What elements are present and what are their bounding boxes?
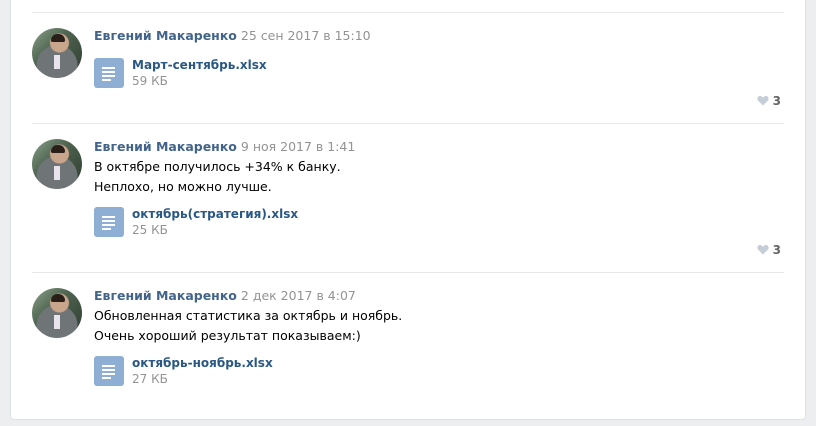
author-name[interactable]: Евгений Макаренко [94, 288, 237, 303]
comment-line: Обновленная статистика за октябрь и нояб… [94, 308, 403, 323]
comment-text: Обновленная статистика за октябрь и нояб… [94, 306, 402, 346]
comment-date[interactable]: 2 дек 2017 в 4:07 [241, 288, 356, 303]
file-name-link[interactable]: октябрь-ноябрь.xlsx [132, 356, 273, 370]
avatar[interactable] [32, 288, 82, 338]
comments-card: Евгений Макаренко 25 сен 2017 в 15:10 Мар… [10, 0, 806, 420]
comment-author[interactable]: Евгений Макаренко 2 дек 2017 в 4:07 [94, 288, 356, 303]
comment-3: Евгений Макаренко 2 дек 2017 в 4:07 Обнов… [11, 0, 805, 420]
document-icon [94, 356, 124, 386]
file-size: 27 КБ [132, 372, 168, 386]
comment-line: Очень хороший результат показываем:) [94, 328, 361, 343]
